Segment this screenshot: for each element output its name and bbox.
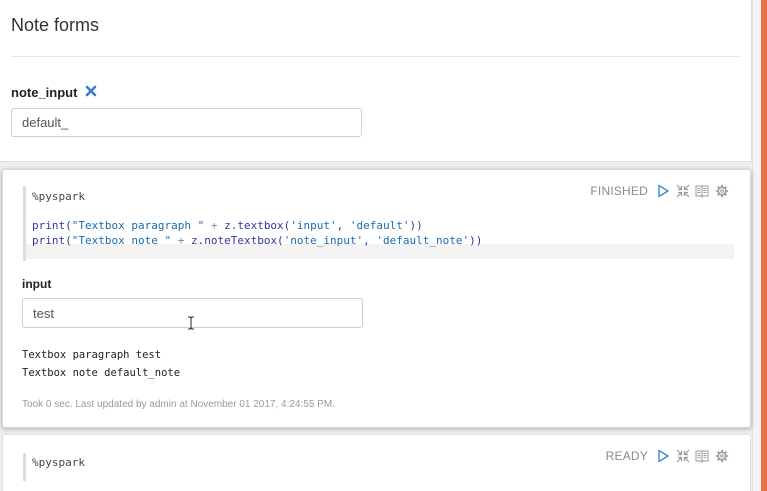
play-icon[interactable]: [656, 449, 670, 463]
code-token: 'note_input': [283, 234, 364, 247]
output-line: Textbox paragraph test: [22, 349, 162, 361]
code-token: print(: [32, 219, 72, 232]
code-token: "Textbox note ": [71, 234, 172, 247]
code-token: ,: [336, 219, 350, 232]
code-token: 'default': [349, 219, 410, 232]
code-token: )): [469, 234, 483, 247]
gear-icon[interactable]: [715, 184, 729, 198]
code-token: z.textbox(: [224, 219, 291, 232]
code-line-2: print("Textbox note " + z.noteTextbox('n…: [32, 234, 482, 247]
note-input-label: note_input: [11, 85, 78, 100]
code-line-1: print("Textbox paragraph " + z.textbox('…: [32, 219, 423, 232]
gear-icon[interactable]: [715, 449, 729, 463]
book-icon[interactable]: [695, 449, 709, 463]
note-forms-title: Note forms: [11, 15, 100, 35]
paragraph-form-label: input: [22, 277, 52, 291]
code-token: )): [409, 219, 423, 232]
right-accent-bar: [761, 0, 767, 491]
output-line: Textbox note default_note: [22, 367, 181, 379]
code-token: z.noteTextbox(: [190, 234, 284, 247]
note-forms-panel: Note forms note_input: [0, 0, 752, 162]
book-icon[interactable]: [695, 184, 709, 198]
code-token: print(: [32, 234, 72, 247]
collapse-arrows-icon[interactable]: [676, 184, 690, 198]
code-token: "Textbox paragraph ": [71, 219, 205, 232]
code-token: +: [204, 219, 225, 232]
paragraph-1: %pyspark print("Textbox paragraph " + z.…: [2, 169, 751, 428]
code-token: ,: [363, 234, 377, 247]
paragraph-status: FINISHED: [590, 184, 648, 198]
code-line-magic: %pyspark: [32, 190, 85, 203]
play-icon[interactable]: [656, 184, 670, 198]
note-input-field[interactable]: [11, 108, 362, 137]
paragraph-status: READY: [605, 449, 648, 463]
code-token: 'default_note': [376, 234, 470, 247]
collapse-arrows-icon[interactable]: [676, 449, 690, 463]
paragraph-2: %pyspark READY: [2, 434, 751, 491]
scrollbar[interactable]: [752, 0, 761, 491]
code-token: 'input': [290, 219, 337, 232]
divider: [11, 56, 740, 57]
text-cursor-icon: [188, 316, 194, 330]
paragraph-footer: Took 0 sec. Last updated by admin at Nov…: [22, 399, 335, 410]
code-line-magic: %pyspark: [32, 456, 85, 469]
close-x-icon[interactable]: [84, 84, 98, 98]
code-token: +: [171, 234, 191, 247]
